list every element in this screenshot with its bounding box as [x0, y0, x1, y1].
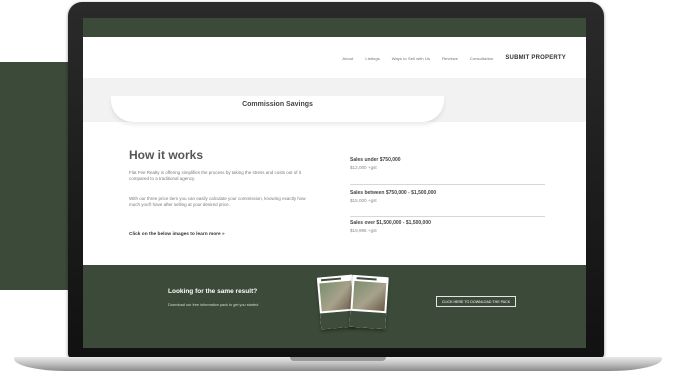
nav-link-reviews[interactable]: Reviews — [442, 56, 458, 61]
banner-tab — [111, 96, 444, 122]
site-topbar — [83, 18, 586, 37]
nav-link-about[interactable]: About — [342, 56, 353, 61]
tiers-paragraph: With our three price tiers you can easil… — [129, 196, 306, 207]
nav-link-listings[interactable]: Listings — [365, 56, 379, 61]
divider — [350, 216, 545, 217]
tier-title: Sales over $1,500,000 - $1,500,000 — [350, 220, 431, 226]
footer-subtitle: Download our free information pack to ge… — [168, 303, 259, 307]
tier-title: Sales under $750,000 — [350, 157, 401, 163]
laptop-notch — [290, 357, 386, 361]
submit-property-link[interactable]: SUBMIT PROPERTY — [505, 55, 566, 61]
laptop-screen: About Listings Ways to Sell with Us Revi… — [83, 18, 586, 348]
brochure-band — [349, 310, 387, 330]
tier-fee: $12,000 +gst — [350, 165, 377, 170]
brochure-header-line — [320, 277, 342, 282]
banner-title: Commission Savings — [242, 101, 313, 108]
download-pack-button[interactable]: CLICK HERE TO DOWNLOAD THE PACK — [436, 296, 516, 307]
price-tier: Sales under $750,000 $12,000 +gst — [350, 157, 545, 170]
section-title: How it works — [129, 148, 204, 162]
brochure-image[interactable] — [349, 274, 389, 330]
background-green-block — [0, 62, 74, 290]
tier-fee: $19,995 +gst — [350, 228, 377, 233]
brochure-photo — [319, 280, 354, 312]
brochure-header-line — [356, 277, 377, 281]
nav-link-consultation[interactable]: Consultation — [470, 56, 493, 61]
main-navigation: About Listings Ways to Sell with Us Revi… — [83, 50, 586, 66]
price-tier: Sales over $1,500,000 - $1,500,000 $19,9… — [350, 220, 545, 233]
nav-link-ways-to-sell[interactable]: Ways to Sell with Us — [392, 56, 430, 61]
brochure-photo — [352, 280, 387, 312]
divider — [350, 184, 545, 185]
tier-title: Sales between $750,000 - $1,500,000 — [350, 190, 437, 196]
footer-title: Looking for the same result? — [168, 288, 258, 295]
intro-paragraph: Flat Fee Realty is offering simplifies t… — [129, 170, 301, 181]
price-tier: Sales between $750,000 - $1,500,000 $15,… — [350, 190, 545, 203]
tier-fee: $15,000 +gst — [350, 198, 377, 203]
learn-more-text: Click on the below images to learn more … — [129, 232, 225, 237]
